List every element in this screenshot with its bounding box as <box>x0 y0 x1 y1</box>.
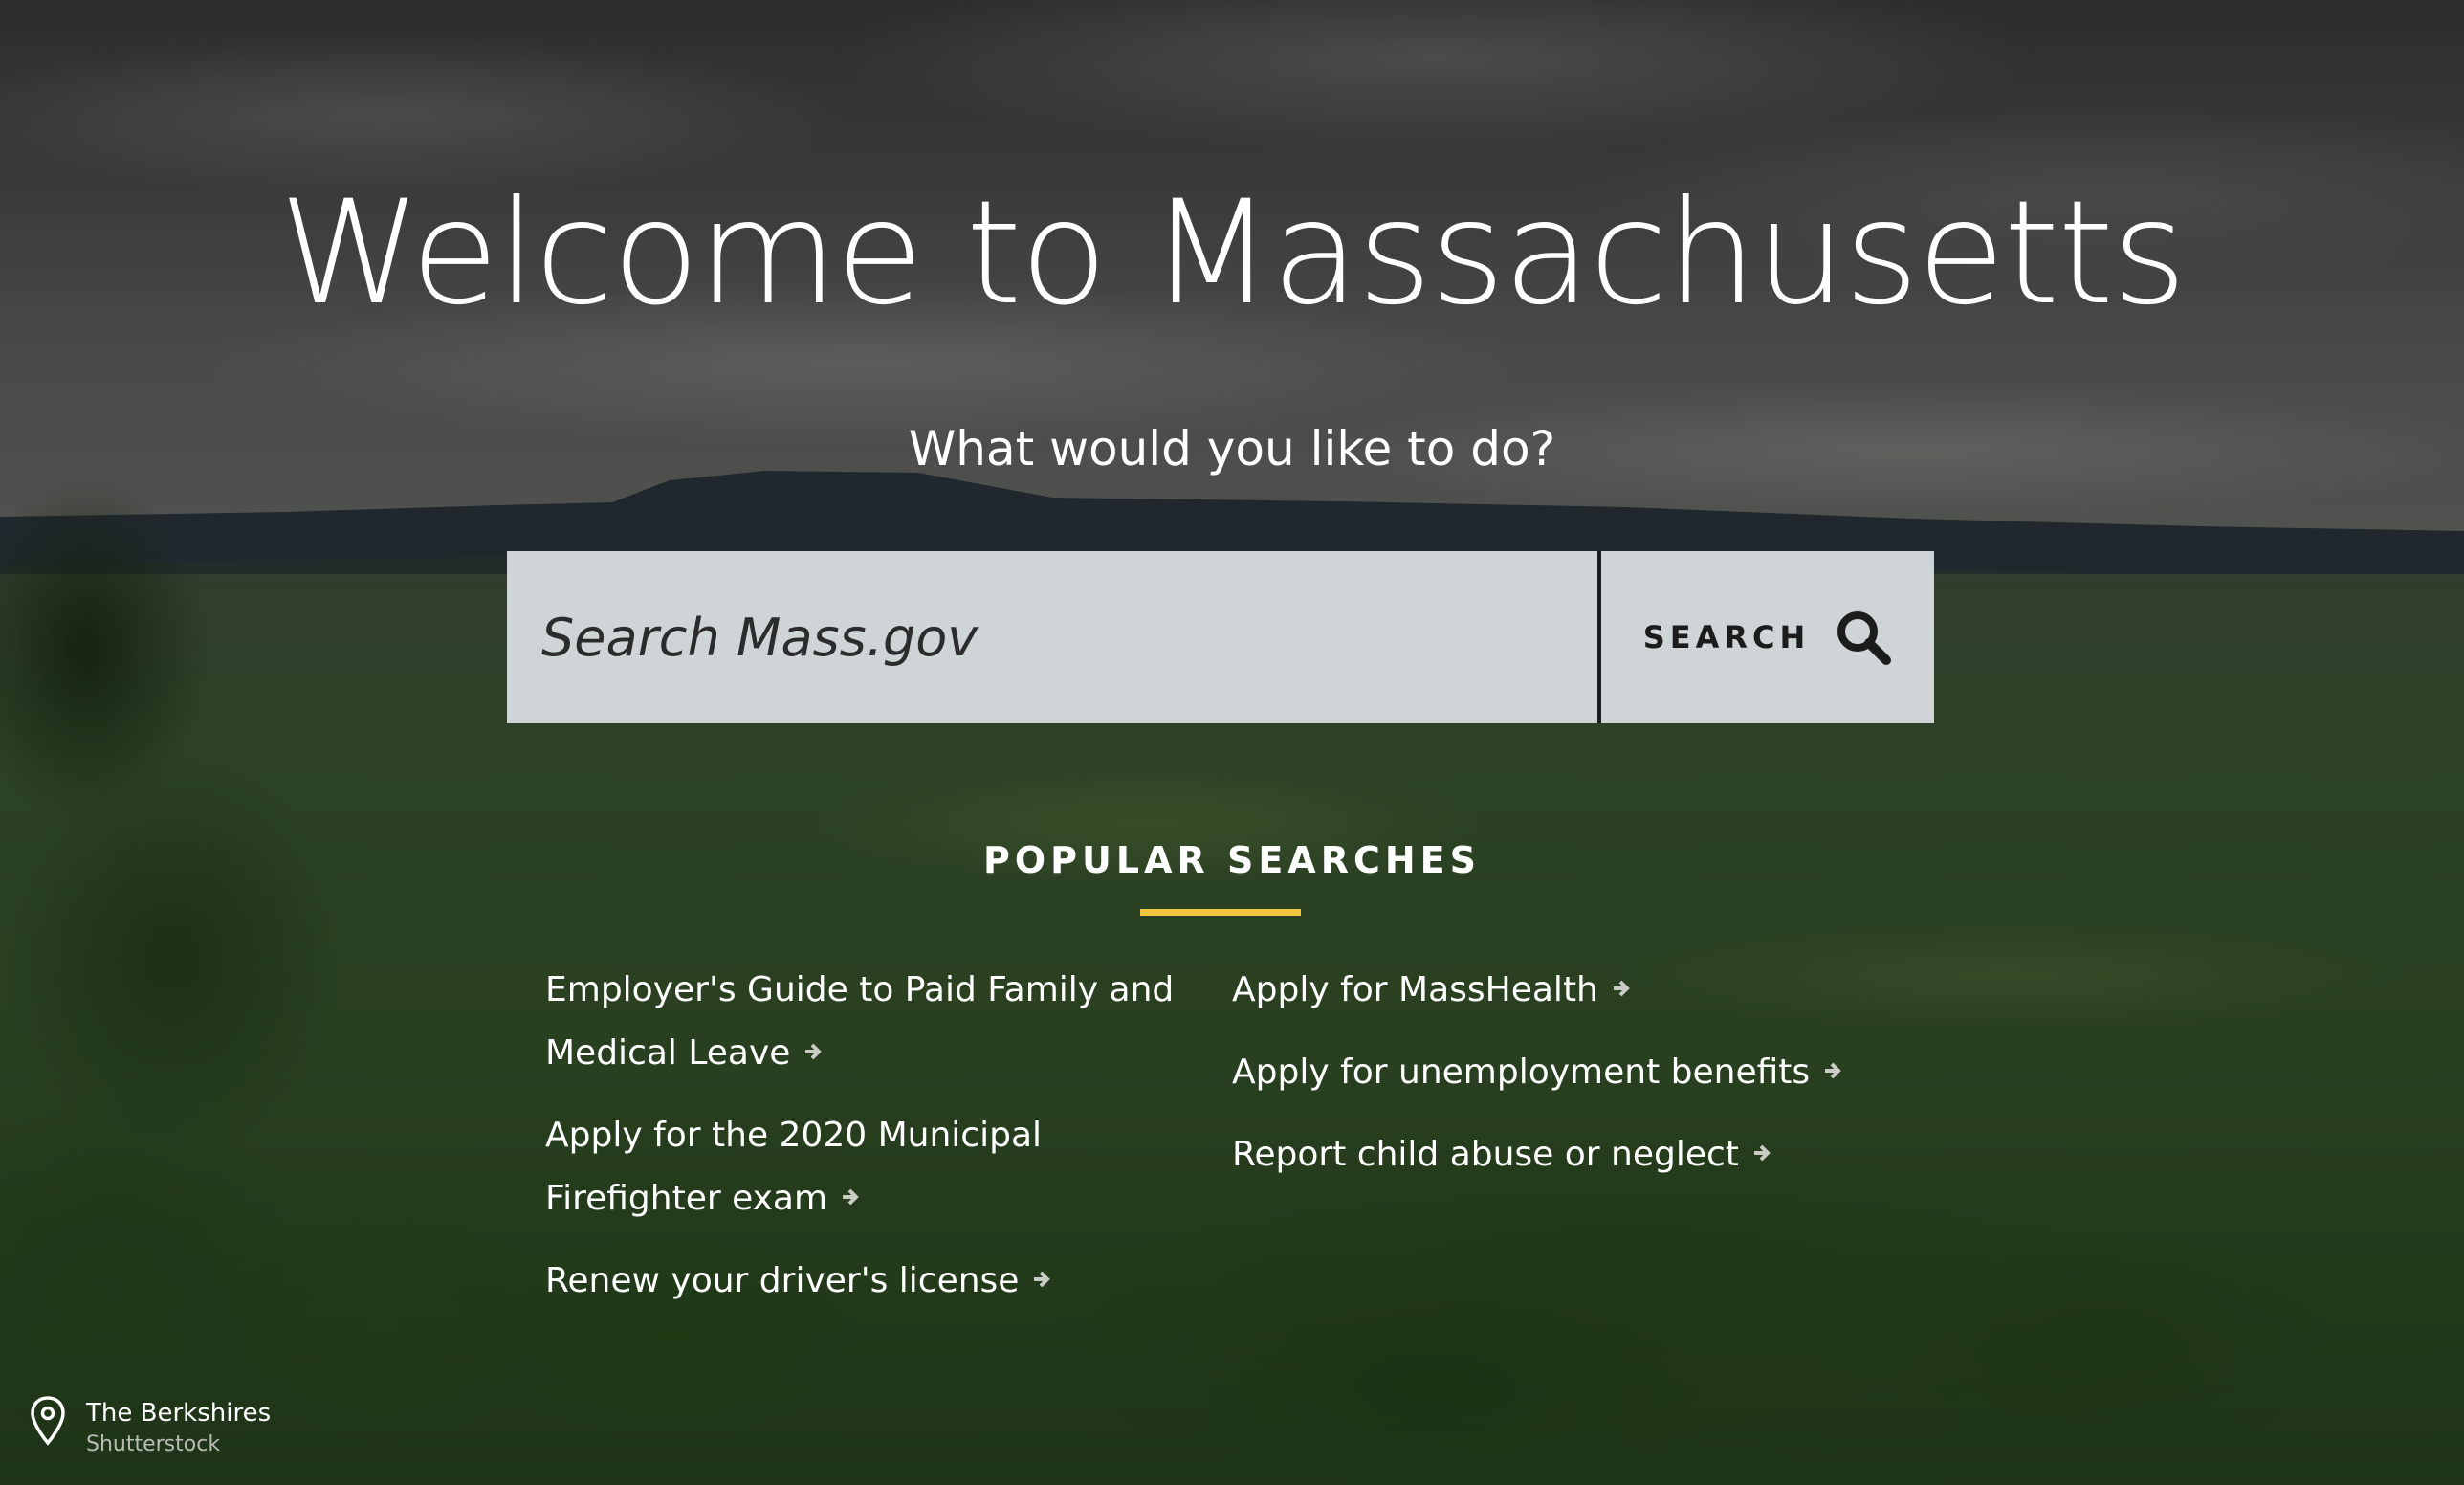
popular-link-label: Apply for the 2020 Municipal Firefighter… <box>545 1116 1043 1218</box>
photo-location: The Berkshires <box>86 1399 272 1428</box>
map-pin-icon <box>29 1395 67 1447</box>
popular-link-masshealth[interactable]: Apply for MassHealth <box>1232 959 1921 1022</box>
photo-credit: The Berkshires Shutterstock <box>29 1393 271 1460</box>
photo-credit-text: The Berkshires Shutterstock <box>86 1393 271 1460</box>
popular-searches-heading: POPULAR SEARCHES <box>983 839 1481 881</box>
page-title: Welcome to Massachusetts <box>278 170 2187 337</box>
arrow-right-icon <box>1752 1142 1771 1164</box>
popular-link-child-abuse[interactable]: Report child abuse or neglect <box>1232 1123 1921 1186</box>
arrow-right-icon <box>1612 978 1631 999</box>
popular-link-label: Employer's Guide to Paid Family and Medi… <box>545 970 1175 1073</box>
popular-link-label: Apply for MassHealth <box>1232 970 1598 1009</box>
search-input[interactable] <box>507 551 1597 723</box>
popular-link-label: Apply for unemployment benefits <box>1232 1053 1811 1092</box>
popular-link-label: Renew your driver's license <box>545 1261 1020 1300</box>
search-form: SEARCH <box>507 551 1934 723</box>
popular-link-unemployment[interactable]: Apply for unemployment benefits <box>1232 1041 1921 1104</box>
arrow-right-icon <box>841 1186 860 1208</box>
arrow-right-icon <box>1823 1060 1842 1081</box>
photo-source: Shutterstock <box>86 1432 221 1456</box>
search-button-label: SEARCH <box>1642 619 1811 655</box>
arrow-right-icon <box>803 1041 823 1062</box>
popular-link-drivers-license[interactable]: Renew your driver's license <box>545 1250 1177 1313</box>
popular-link-paid-family-leave[interactable]: Employer's Guide to Paid Family and Medi… <box>545 959 1177 1085</box>
popular-searches-right-column: Apply for MassHealth Apply for unemploym… <box>1232 959 1921 1206</box>
popular-link-firefighter-exam[interactable]: Apply for the 2020 Municipal Firefighter… <box>545 1104 1177 1230</box>
hero-content: Welcome to Massachusetts What would you … <box>0 0 2464 1485</box>
popular-link-label: Report child abuse or neglect <box>1232 1135 1739 1174</box>
arrow-right-icon <box>1032 1269 1051 1290</box>
popular-searches-left-column: Employer's Guide to Paid Family and Medi… <box>545 959 1177 1332</box>
search-button[interactable]: SEARCH <box>1601 551 1934 723</box>
hero-section: Welcome to Massachusetts What would you … <box>0 0 2464 1485</box>
search-icon <box>1835 609 1892 666</box>
page-subtitle: What would you like to do? <box>908 421 1556 477</box>
popular-searches-underline <box>1140 909 1301 916</box>
